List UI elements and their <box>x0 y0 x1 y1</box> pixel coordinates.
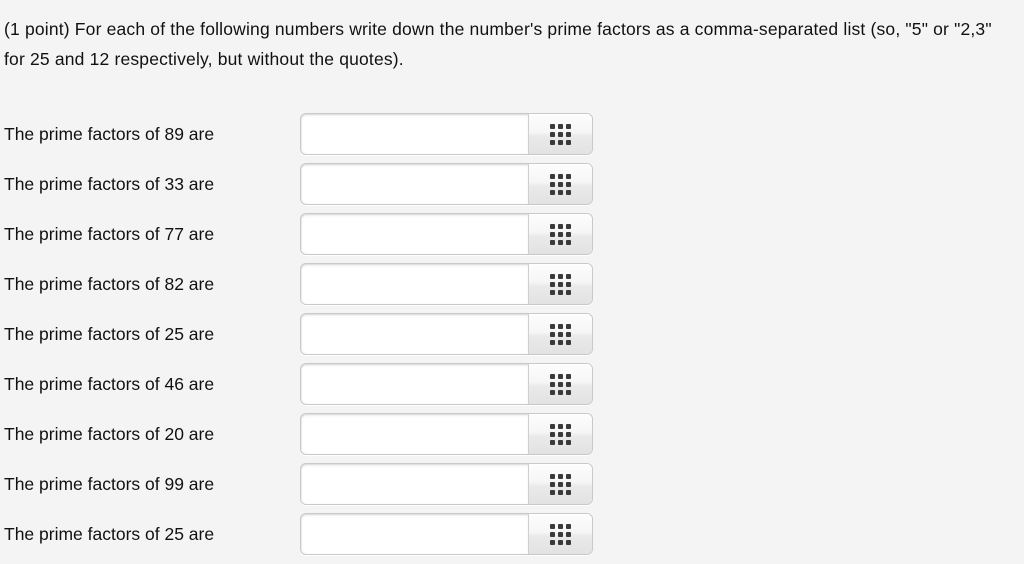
answer-row-7: The prime factors of 99 are <box>0 463 1024 513</box>
keypad-grid-icon <box>550 123 571 145</box>
answer-input-group <box>300 113 593 155</box>
answer-row-label: The prime factors of 25 are <box>4 524 215 544</box>
keypad-button[interactable] <box>528 214 592 254</box>
answer-input-group <box>300 263 593 305</box>
answer-input-group <box>300 413 593 455</box>
answer-row-4: The prime factors of 25 are <box>0 313 1024 363</box>
keypad-grid-icon <box>550 423 571 445</box>
answer-row-0: The prime factors of 89 are <box>0 113 1024 163</box>
answer-row-2: The prime factors of 77 are <box>0 213 1024 263</box>
answer-input[interactable] <box>301 214 528 254</box>
answer-input-group <box>300 463 593 505</box>
answer-row-label: The prime factors of 89 are <box>4 124 215 144</box>
keypad-button[interactable] <box>528 364 592 404</box>
answer-row-label: The prime factors of 33 are <box>4 174 215 194</box>
question-page: (1 point) For each of the following numb… <box>0 0 1024 564</box>
keypad-button[interactable] <box>528 514 592 554</box>
answer-row-label: The prime factors of 20 are <box>4 424 215 444</box>
answer-input-group <box>300 313 593 355</box>
keypad-grid-icon <box>550 323 571 345</box>
keypad-grid-icon <box>550 223 571 245</box>
answer-input-group <box>300 513 593 555</box>
answer-input[interactable] <box>301 264 528 304</box>
answer-input[interactable] <box>301 514 528 554</box>
keypad-button[interactable] <box>528 114 592 154</box>
answer-input[interactable] <box>301 364 528 404</box>
keypad-button[interactable] <box>528 164 592 204</box>
keypad-grid-icon <box>550 373 571 395</box>
answer-row-3: The prime factors of 82 are <box>0 263 1024 313</box>
keypad-grid-icon <box>550 473 571 495</box>
answer-row-6: The prime factors of 20 are <box>0 413 1024 463</box>
answer-row-label: The prime factors of 46 are <box>4 374 215 394</box>
answer-input-group <box>300 163 593 205</box>
answer-row-label: The prime factors of 99 are <box>4 474 215 494</box>
answer-row-1: The prime factors of 33 are <box>0 163 1024 213</box>
answer-row-label: The prime factors of 82 are <box>4 274 215 294</box>
keypad-grid-icon <box>550 173 571 195</box>
answer-rows-list: The prime factors of 89 are The prime fa… <box>0 113 1024 563</box>
keypad-button[interactable] <box>528 464 592 504</box>
answer-row-label: The prime factors of 77 are <box>4 224 215 244</box>
answer-input[interactable] <box>301 464 528 504</box>
answer-input[interactable] <box>301 164 528 204</box>
keypad-button[interactable] <box>528 314 592 354</box>
keypad-grid-icon <box>550 273 571 295</box>
answer-input-group <box>300 363 593 405</box>
answer-input[interactable] <box>301 314 528 354</box>
answer-row-5: The prime factors of 46 are <box>0 363 1024 413</box>
answer-input-group <box>300 213 593 255</box>
answer-input[interactable] <box>301 414 528 454</box>
answer-row-8: The prime factors of 25 are <box>0 513 1024 563</box>
answer-input[interactable] <box>301 114 528 154</box>
question-prompt: (1 point) For each of the following numb… <box>4 19 997 69</box>
keypad-grid-icon <box>550 523 571 545</box>
keypad-button[interactable] <box>528 414 592 454</box>
keypad-button[interactable] <box>528 264 592 304</box>
answer-row-label: The prime factors of 25 are <box>4 324 215 344</box>
